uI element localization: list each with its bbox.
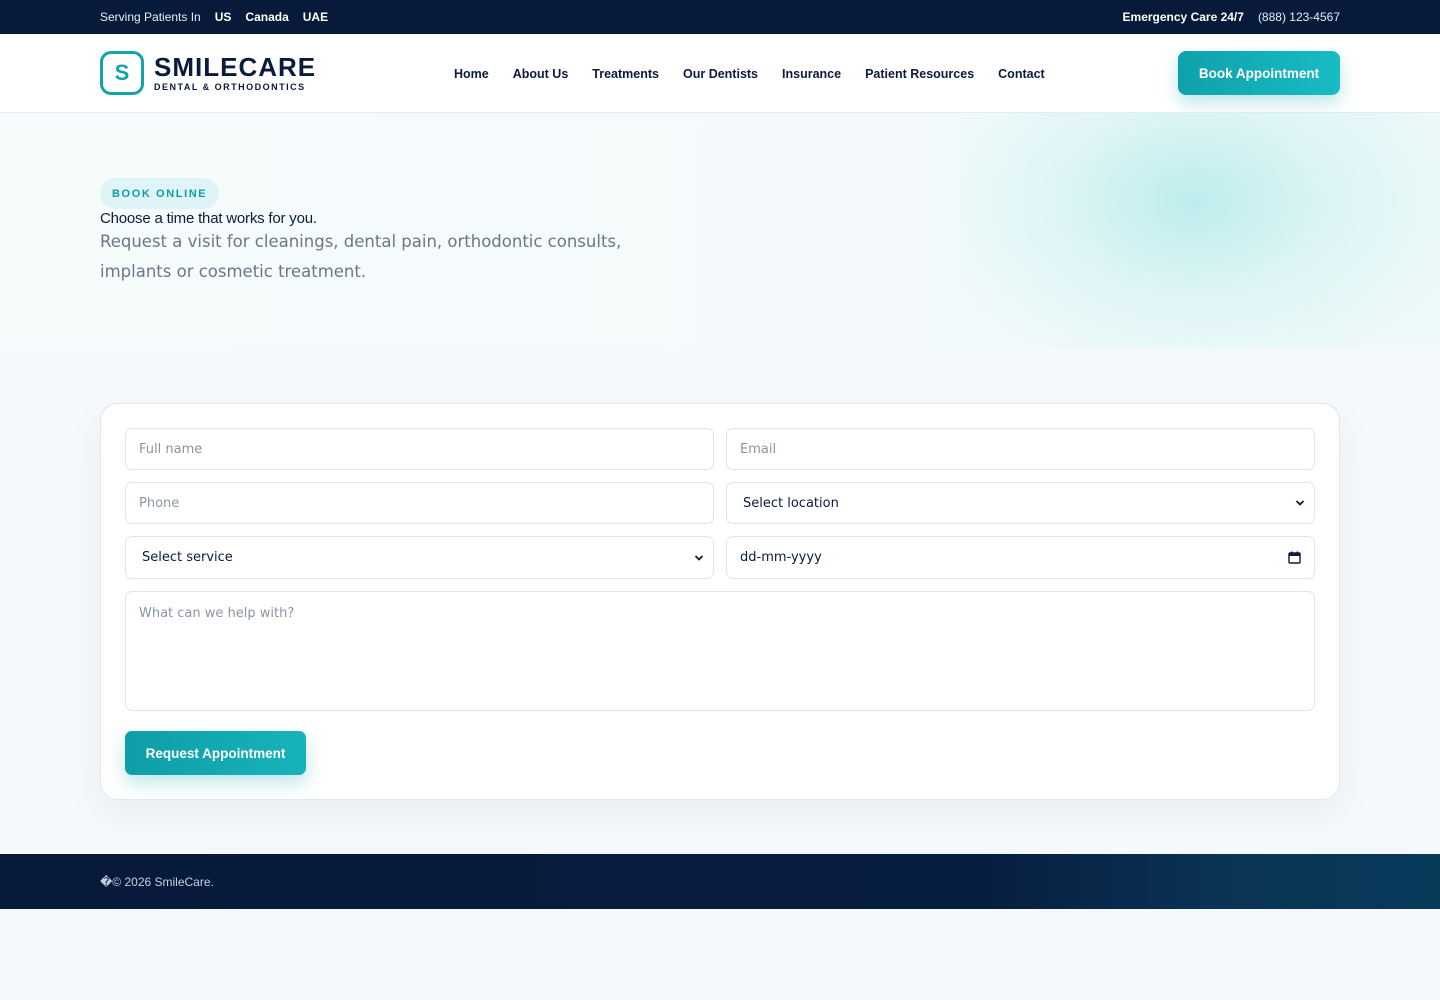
nav-treatments[interactable]: Treatments [592, 67, 659, 81]
nav-patient-resources[interactable]: Patient Resources [865, 67, 974, 81]
hero-section: BOOK ONLINE Choose a time that works for… [0, 113, 1440, 349]
request-appointment-button[interactable]: Request Appointment [125, 731, 306, 775]
service-select-value: Select service [142, 550, 233, 565]
chevron-down-icon [694, 554, 704, 561]
book-online-badge: BOOK ONLINE [100, 178, 220, 209]
date-input-value: dd-mm-yyyy [740, 550, 822, 565]
appointment-form: Select location Select service dd-mm-yyy… [100, 403, 1340, 800]
logo-icon: S [100, 51, 144, 95]
logo-tagline: DENTAL & ORTHODONTICS [154, 82, 306, 92]
country-link-uae[interactable]: UAE [303, 10, 328, 24]
nav-about-us[interactable]: About Us [513, 67, 569, 81]
phone-link[interactable]: (888) 123-4567 [1258, 10, 1340, 24]
calendar-icon[interactable] [1288, 551, 1301, 564]
top-bar: Serving Patients In US Canada UAE Emerge… [0, 0, 1440, 34]
emergency-label: Emergency Care 24/7 [1122, 10, 1244, 24]
nav-insurance[interactable]: Insurance [782, 67, 841, 81]
service-select[interactable]: Select service [125, 536, 714, 579]
main-nav: Home About Us Treatments Our Dentists In… [454, 34, 1045, 113]
country-link-canada[interactable]: Canada [245, 10, 288, 24]
emergency-info: Emergency Care 24/7 (888) 123-4567 [1123, 10, 1340, 24]
date-input[interactable]: dd-mm-yyyy [726, 536, 1315, 579]
email-input[interactable] [726, 428, 1315, 470]
hero-glow [960, 113, 1440, 349]
chevron-down-icon [1295, 500, 1305, 506]
country-link-us[interactable]: US [215, 10, 232, 24]
logo-wordmark: SMILECARE DENTAL & ORTHODONTICS [154, 54, 316, 92]
serving-label: Serving Patients In [100, 10, 201, 24]
phone-input[interactable] [125, 482, 714, 524]
nav-home[interactable]: Home [454, 67, 489, 81]
logo[interactable]: S SMILECARE DENTAL & ORTHODONTICS [100, 51, 316, 95]
site-footer: �© 2026 SmileCare. [0, 854, 1440, 909]
message-textarea[interactable] [125, 591, 1315, 711]
book-appointment-button[interactable]: Book Appointment [1178, 51, 1340, 95]
site-header: S SMILECARE DENTAL & ORTHODONTICS Home A… [0, 34, 1440, 113]
service-regions: Serving Patients In US Canada UAE [100, 10, 328, 24]
nav-contact[interactable]: Contact [998, 67, 1045, 81]
full-name-input[interactable] [125, 428, 714, 470]
location-select-value: Select location [743, 495, 839, 511]
location-select[interactable]: Select location [726, 482, 1315, 524]
hero-description: Request a visit for cleanings, dental pa… [100, 232, 622, 281]
hero-title: Choose a time that works for you. [100, 210, 317, 227]
nav-our-dentists[interactable]: Our Dentists [683, 67, 758, 81]
logo-name: SMILECARE [154, 52, 317, 82]
copyright-text: �© 2026 SmileCare. [100, 874, 214, 889]
